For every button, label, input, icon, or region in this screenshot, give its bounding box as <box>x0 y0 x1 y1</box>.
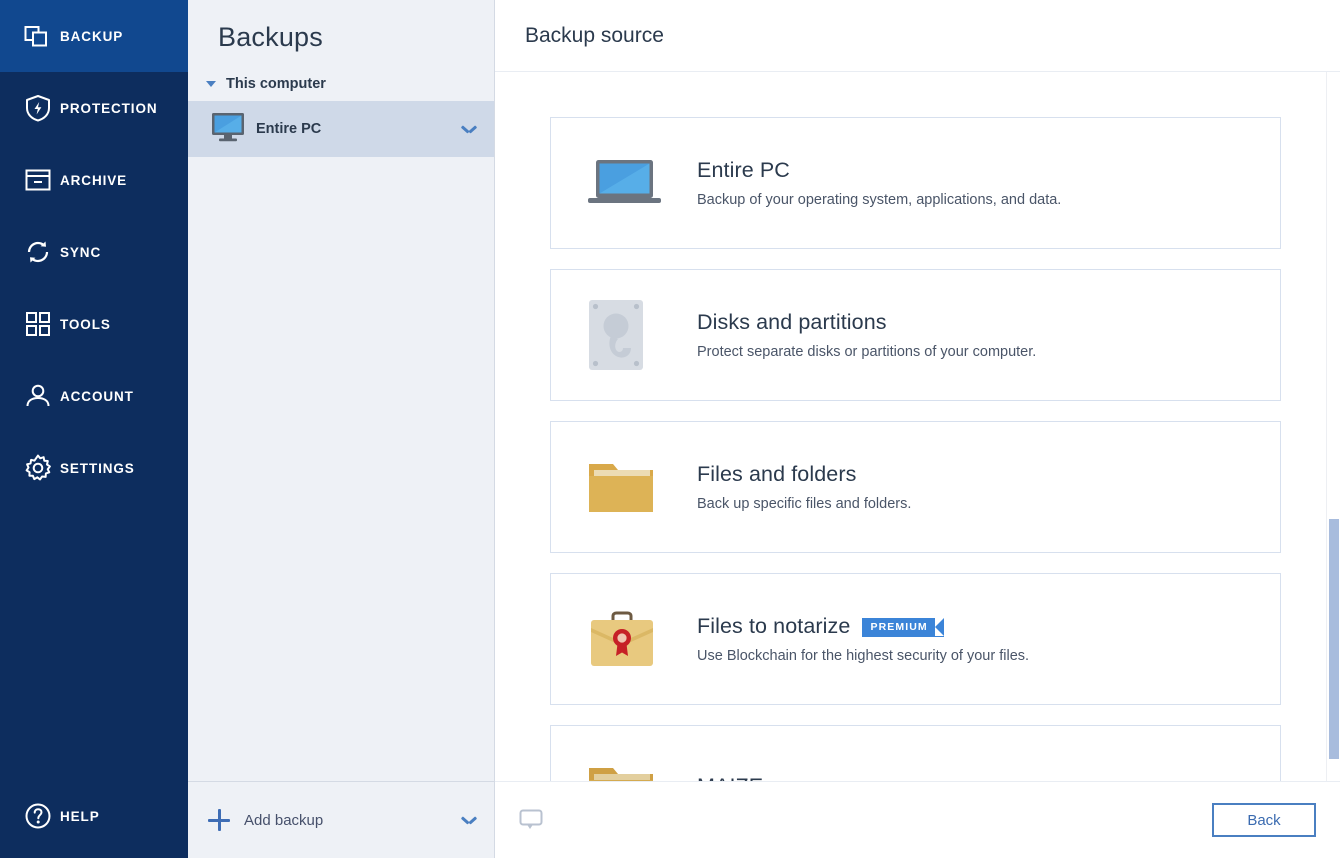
sidebar-item-help[interactable]: HELP <box>0 780 188 852</box>
card-title-row: MAIZE <box>697 774 1280 781</box>
speech-bubble-icon[interactable] <box>519 809 543 831</box>
add-backup-button[interactable]: Add backup <box>188 781 494 858</box>
backup-source-card-files-and-folders[interactable]: Files and folders Back up specific files… <box>550 421 1281 553</box>
chevron-down-icon[interactable] <box>462 125 476 134</box>
card-title: Disks and partitions <box>697 310 887 334</box>
main-content: Backup source Entire PC Backup of your o… <box>495 0 1340 858</box>
vertical-scrollbar[interactable] <box>1326 72 1340 781</box>
sidebar-item-label: ARCHIVE <box>60 172 128 188</box>
laptop-icon <box>587 155 697 211</box>
sidebar-help-label: HELP <box>60 808 100 824</box>
hard-disk-icon <box>587 298 697 372</box>
sidebar-item-settings[interactable]: SETTINGS <box>0 432 188 504</box>
backup-list-item-label: Entire PC <box>256 121 322 137</box>
vertical-scrollbar-thumb[interactable] <box>1329 519 1339 759</box>
card-description: Backup of your operating system, applica… <box>697 192 1062 208</box>
sidebar-item-label: SYNC <box>60 244 102 260</box>
backup-list-item-entire-pc[interactable]: Entire PC <box>188 101 494 157</box>
shield-bolt-icon <box>16 93 60 123</box>
sidebar-item-label: ACCOUNT <box>60 388 134 404</box>
panel-title: Backups <box>218 22 323 52</box>
person-icon <box>16 381 60 411</box>
backup-source-card-maize[interactable]: MAIZE <box>550 725 1281 781</box>
card-text: Files to notarize PREMIUM Use Blockchain… <box>697 614 1280 664</box>
group-label: This computer <box>226 76 326 92</box>
card-title-row: Files and folders <box>697 462 1280 487</box>
card-title: Files and folders <box>697 462 857 486</box>
back-button[interactable]: Back <box>1212 803 1316 837</box>
sidebar-item-tools[interactable]: TOOLS <box>0 288 188 360</box>
grid-squares-icon <box>16 310 60 338</box>
gear-icon <box>16 453 60 483</box>
backup-icon <box>16 21 60 51</box>
sidebar-item-label: SETTINGS <box>60 460 135 476</box>
card-text: Disks and partitions Protect separate di… <box>697 310 1280 360</box>
card-title-row: Entire PC <box>697 158 1280 183</box>
card-description: Use Blockchain for the highest security … <box>697 648 1030 664</box>
card-description: Back up specific files and folders. <box>697 496 912 512</box>
backup-source-card-disks-and-partitions[interactable]: Disks and partitions Protect separate di… <box>550 269 1281 401</box>
chevron-down-icon[interactable] <box>462 816 476 825</box>
folder-icon <box>587 458 697 516</box>
monitor-icon <box>210 111 256 148</box>
sidebar-item-label: TOOLS <box>60 316 111 332</box>
question-circle-icon <box>16 801 60 831</box>
backups-list-panel: Backups This computer Entire PC Add back <box>188 0 495 858</box>
status-badge-premium: PREMIUM <box>862 618 945 637</box>
card-text: Files and folders Back up specific files… <box>697 462 1280 512</box>
sidebar-item-protection[interactable]: PROTECTION <box>0 72 188 144</box>
card-title: Files to notarize <box>697 614 851 638</box>
list-panel-spacer <box>188 157 494 781</box>
sidebar-item-label: PROTECTION <box>60 100 158 116</box>
card-title: Entire PC <box>697 158 790 182</box>
briefcase-seal-icon <box>587 608 697 670</box>
sidebar-item-account[interactable]: ACCOUNT <box>0 360 188 432</box>
plus-icon <box>208 809 230 831</box>
page-title: Backup source <box>525 23 664 47</box>
add-backup-label: Add backup <box>244 811 324 829</box>
card-text: Entire PC Backup of your operating syste… <box>697 158 1280 208</box>
card-text: MAIZE <box>697 774 1280 781</box>
sync-icon <box>16 237 60 267</box>
sidebar-item-archive[interactable]: ARCHIVE <box>0 144 188 216</box>
backup-source-card-entire-pc[interactable]: Entire PC Backup of your operating syste… <box>550 117 1281 249</box>
application-window: BACKUP PROTECTION ARCHIVE SYNC TOOLS ACC… <box>0 0 1340 858</box>
sidebar-nav: BACKUP PROTECTION ARCHIVE SYNC TOOLS ACC… <box>0 0 188 858</box>
sidebar-item-label: BACKUP <box>60 28 124 44</box>
folder-icon <box>587 762 697 781</box>
main-header: Backup source <box>495 0 1340 72</box>
caret-down-icon <box>206 81 216 87</box>
card-title: MAIZE <box>697 774 763 781</box>
backup-source-card-files-to-notarize[interactable]: Files to notarize PREMIUM Use Blockchain… <box>550 573 1281 705</box>
sidebar-item-sync[interactable]: SYNC <box>0 216 188 288</box>
card-title-row: Files to notarize PREMIUM <box>697 614 1280 639</box>
archive-box-icon <box>16 165 60 195</box>
card-description: Protect separate disks or partitions of … <box>697 344 1037 360</box>
sidebar-item-backup[interactable]: BACKUP <box>0 0 188 72</box>
backup-source-card-list: Entire PC Backup of your operating syste… <box>495 72 1330 781</box>
card-title-row: Disks and partitions <box>697 310 1280 335</box>
group-this-computer[interactable]: This computer <box>188 67 494 101</box>
backup-source-scroll-area: Entire PC Backup of your operating syste… <box>495 72 1340 781</box>
bottom-action-bar: Back <box>495 781 1340 858</box>
